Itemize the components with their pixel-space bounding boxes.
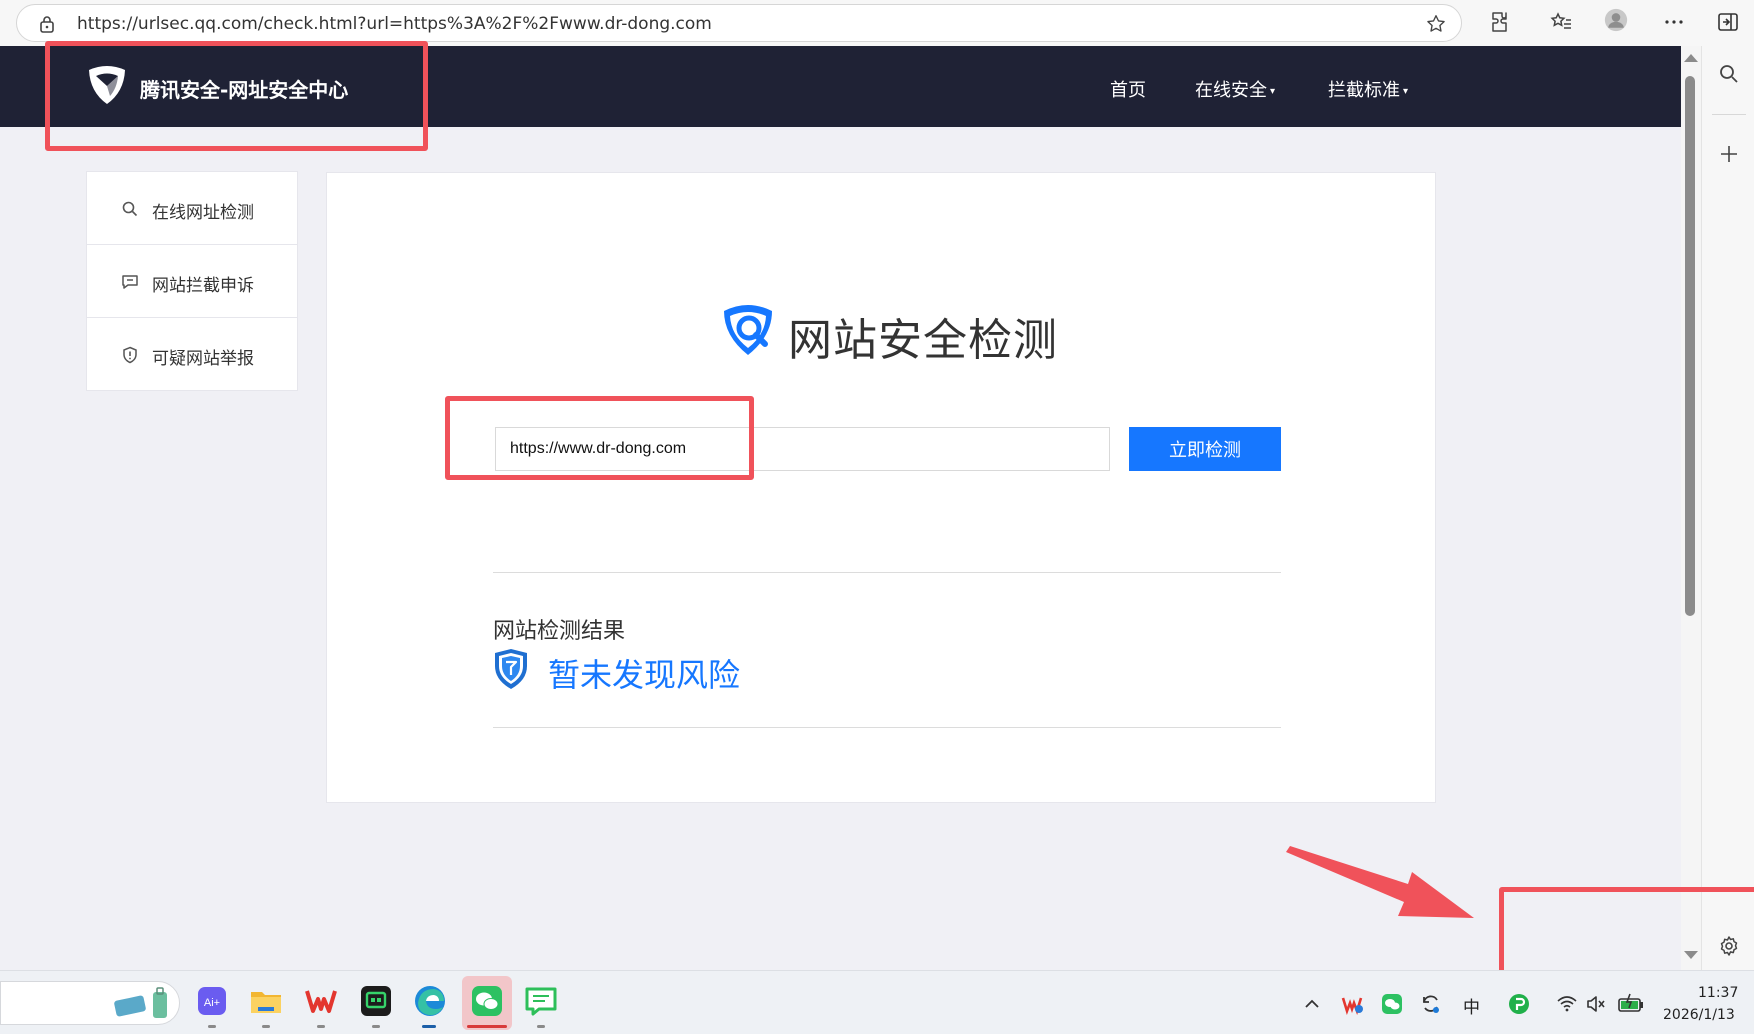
terminal-app-icon[interactable] (358, 983, 394, 1019)
browser-toolbar: https://urlsec.qq.com/check.html?url=htt… (0, 0, 1754, 46)
annotation-box-url-input (445, 396, 754, 480)
scroll-thumb[interactable] (1685, 76, 1695, 616)
nav-block-standards[interactable]: 拦截标准 ▾ (1328, 76, 1408, 102)
page-scrollbar[interactable] (1681, 46, 1701, 970)
taskbar: Ai+ 中 11:37 2026/1/13 (0, 970, 1754, 1034)
wechat-tray-icon[interactable] (1381, 993, 1403, 1015)
comment-icon (122, 275, 138, 289)
app-running-indicator (208, 1025, 216, 1028)
green-app-tray-icon[interactable] (1508, 993, 1530, 1015)
menu-item-report-site[interactable]: 可疑网站举报 (87, 318, 297, 391)
security-check-logo-icon (724, 305, 772, 355)
result-status: 暂未发现风险 (548, 656, 741, 694)
nav-home-label: 首页 (1110, 80, 1146, 101)
svg-text:Ai+: Ai+ (204, 997, 220, 1009)
edge-browser-icon[interactable] (412, 983, 448, 1019)
avatar[interactable] (1604, 8, 1632, 36)
app-running-indicator (537, 1025, 545, 1028)
file-explorer-icon[interactable] (248, 983, 284, 1019)
scroll-up-icon[interactable] (1684, 54, 1698, 62)
shield-alert-icon (123, 346, 137, 364)
nav-home[interactable]: 首页 (1110, 76, 1146, 102)
show-hidden-icons-chevron-up-icon[interactable] (1301, 993, 1323, 1015)
menu-item-label: 在线网址检测 (152, 203, 254, 223)
annotation-arrow (1286, 846, 1474, 918)
nav-block-standards-label: 拦截标准 (1328, 80, 1400, 101)
menu-item-block-appeal[interactable]: 网站拦截申诉 (87, 245, 297, 318)
sidebar-toggle-icon[interactable] (1716, 10, 1740, 34)
menu-item-label: 可疑网站举报 (152, 349, 254, 369)
address-bar[interactable]: https://urlsec.qq.com/check.html?url=htt… (16, 4, 1462, 42)
left-menu: 在线网址检测 网站拦截申诉 可疑网站举报 (86, 171, 298, 391)
favorites-icon[interactable] (1549, 10, 1573, 34)
nav-online-security-label: 在线安全 (1195, 80, 1267, 101)
clock-time[interactable]: 11:37 (1698, 985, 1738, 1001)
add-icon[interactable] (1717, 142, 1741, 166)
sync-tray-icon[interactable] (1420, 993, 1442, 1015)
wps-tray-icon[interactable] (1341, 993, 1363, 1015)
menu-item-label: 网站拦截申诉 (152, 276, 254, 296)
chevron-down-icon: ▾ (1270, 85, 1276, 97)
page-title: 网站安全检测 (788, 315, 1058, 366)
more-menu-icon[interactable] (1662, 10, 1686, 34)
wps-office-icon[interactable] (303, 983, 339, 1019)
chevron-down-icon: ▾ (1403, 85, 1409, 97)
result-label: 网站检测结果 (493, 619, 626, 644)
main-card (326, 172, 1436, 803)
browser-side-panel (1701, 46, 1754, 970)
battery-charging-icon[interactable] (1618, 993, 1644, 1015)
check-now-button[interactable]: 立即检测 (1129, 427, 1281, 471)
safe-shield-icon (495, 649, 527, 689)
input-method-indicator[interactable]: 中 (1463, 993, 1480, 1018)
side-panel-divider (1712, 114, 1746, 115)
clock-date[interactable]: 2026/1/13 (1663, 1007, 1735, 1023)
annotation-box-site-title (45, 41, 428, 151)
message-chat-app-icon[interactable] (523, 983, 559, 1019)
nav-online-security[interactable]: 在线安全 ▾ (1195, 76, 1275, 102)
app-active-indicator (422, 1025, 436, 1028)
favorite-star-icon[interactable] (1425, 13, 1447, 35)
search-icon[interactable] (1717, 62, 1741, 86)
app-active-indicator (467, 1025, 507, 1028)
app-running-indicator (317, 1025, 325, 1028)
ai-assistant-app-icon[interactable]: Ai+ (194, 983, 230, 1019)
volume-muted-icon[interactable] (1585, 993, 1607, 1015)
wechat-app-icon[interactable] (469, 983, 505, 1019)
app-running-indicator (262, 1025, 270, 1028)
lock-icon[interactable] (39, 15, 55, 33)
travel-suitcase-icon (114, 987, 167, 1018)
taskbar-search-box[interactable] (0, 981, 180, 1025)
search-icon (122, 201, 138, 217)
result-bottom-divider (493, 727, 1281, 728)
address-url[interactable]: https://urlsec.qq.com/check.html?url=htt… (77, 14, 712, 34)
menu-item-url-check[interactable]: 在线网址检测 (87, 172, 297, 245)
wifi-icon[interactable] (1556, 993, 1578, 1015)
app-running-indicator (372, 1025, 380, 1028)
result-top-divider (493, 572, 1281, 573)
extensions-icon[interactable] (1489, 10, 1513, 34)
